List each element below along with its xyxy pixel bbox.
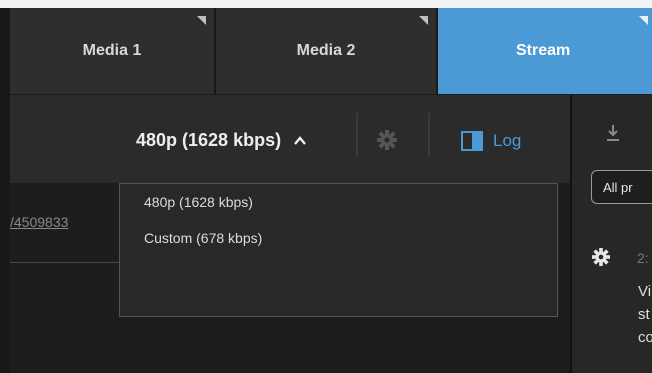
- row-divider: [10, 262, 120, 263]
- quality-dropdown-menu: 480p (1628 kbps) Custom (678 kbps): [119, 183, 558, 317]
- window-top-strip: [0, 0, 652, 8]
- log-entry-time: 2:: [637, 250, 649, 266]
- quality-selector-label: 480p (1628 kbps): [136, 130, 282, 150]
- quality-selector[interactable]: 480p (1628 kbps): [136, 130, 307, 151]
- tab-corner-indicator: [639, 16, 648, 25]
- log-entry-line: st: [638, 306, 650, 323]
- log-label: Log: [493, 131, 522, 150]
- tab-media-2[interactable]: Media 2: [216, 8, 438, 94]
- chevron-up-icon: [294, 135, 306, 145]
- gear-icon[interactable]: [377, 130, 397, 150]
- toolbar-separator: [356, 113, 358, 157]
- download-icon[interactable]: [606, 124, 620, 144]
- stream-url-link[interactable]: /4509833: [10, 214, 68, 230]
- gear-icon: [592, 248, 610, 266]
- tab-media-2-label: Media 2: [296, 42, 356, 59]
- tab-corner-indicator: [197, 16, 206, 25]
- tab-media-1-label: Media 1: [82, 42, 142, 59]
- tab-stream-label: Stream: [516, 42, 571, 59]
- toolbar-separator: [428, 113, 430, 157]
- log-entry-line: Vi: [638, 283, 652, 300]
- tab-corner-indicator: [419, 16, 428, 25]
- log-toggle-button[interactable]: Log: [461, 131, 521, 151]
- log-panel-icon: [461, 131, 483, 151]
- tab-media-1[interactable]: Media 1: [10, 8, 216, 94]
- log-filter-dropdown[interactable]: All pr: [591, 170, 652, 204]
- quality-option-480p[interactable]: 480p (1628 kbps): [144, 194, 253, 210]
- media-tabs: Media 1 Media 2 Stream: [10, 8, 652, 94]
- log-entry-line: co: [638, 329, 652, 346]
- tab-stream[interactable]: Stream: [438, 8, 652, 94]
- log-entry-text: Vi st co: [638, 280, 652, 349]
- left-edge: [0, 8, 10, 373]
- quality-option-custom[interactable]: Custom (678 kbps): [144, 230, 262, 246]
